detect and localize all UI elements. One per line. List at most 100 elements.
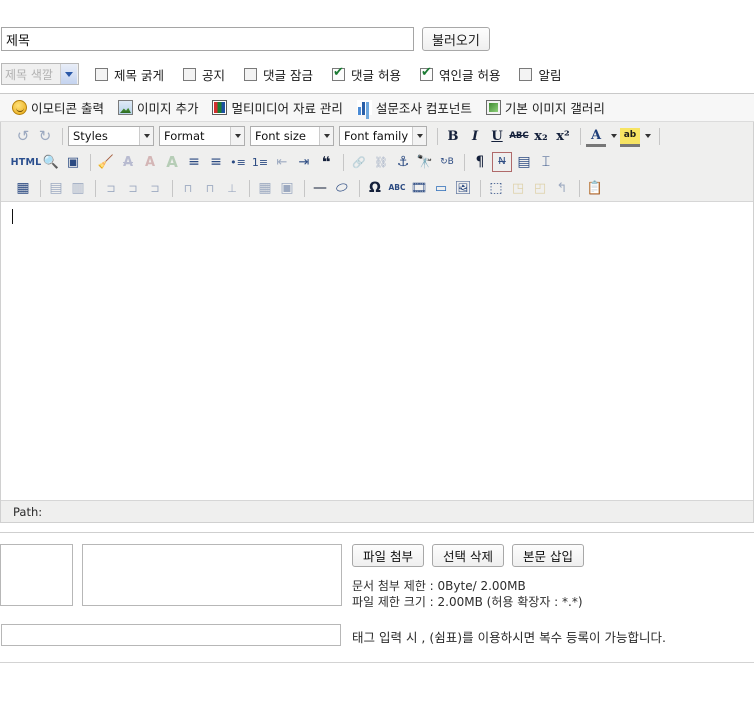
select-area-icon[interactable]: ⬚: [486, 178, 506, 198]
spellcheck-icon[interactable]: ABC: [387, 178, 407, 198]
subscript-icon[interactable]: x₂: [531, 126, 551, 146]
table-editor-icon[interactable]: ▦: [13, 178, 33, 198]
toolbar-separator: [249, 179, 250, 197]
format-select[interactable]: Format: [159, 126, 245, 146]
fullscreen-icon[interactable]: ▣: [63, 152, 83, 172]
checkbox-box-icon[interactable]: [244, 67, 257, 81]
font-family-select[interactable]: Font family: [339, 126, 427, 146]
strikethrough-glyph: ABC: [509, 130, 529, 141]
underline-icon[interactable]: U: [487, 126, 507, 146]
delete-selected-button[interactable]: 선택 삭제: [431, 544, 504, 567]
background-color-dropdown[interactable]: [642, 126, 652, 146]
paragraph-mark-icon[interactable]: ¶: [470, 152, 490, 172]
plugin-label: 이미지 추가: [136, 101, 199, 116]
background-color-icon[interactable]: ab: [620, 127, 640, 147]
blockquote-icon[interactable]: ❝: [316, 152, 336, 172]
checkbox-allow-trackback[interactable]: 엮인글 허용: [419, 65, 500, 84]
checkbox-notice[interactable]: 공지: [182, 65, 225, 84]
italic-glyph: I: [471, 128, 479, 144]
smiley-icon: [12, 100, 27, 115]
bullet-list-icon[interactable]: •≡: [228, 152, 248, 172]
checkbox-checked-icon[interactable]: [419, 66, 433, 81]
move-layer-icon[interactable]: ↰: [552, 178, 572, 198]
strikethrough-icon[interactable]: ABC: [509, 126, 529, 146]
link-icon[interactable]: 🔗: [349, 152, 369, 172]
text-direction-icon[interactable]: N: [492, 152, 512, 172]
checkbox-box-icon[interactable]: [519, 67, 533, 81]
text-color-icon[interactable]: A: [586, 128, 606, 147]
text-color-dropdown[interactable]: [608, 126, 618, 146]
checkbox-title-bold[interactable]: 제목 굵게: [95, 65, 164, 84]
toolbar-separator: [659, 127, 660, 145]
cell-properties-icon[interactable]: ▣: [277, 178, 297, 198]
outdent-glyph: ⇤: [276, 154, 288, 170]
insert-row-before-icon[interactable]: ⊐: [101, 178, 121, 198]
tag-input[interactable]: [1, 624, 341, 646]
remove-format-icon[interactable]: A: [118, 152, 138, 172]
insert-into-body-button[interactable]: 본문 삽입: [511, 544, 584, 567]
page-break-icon[interactable]: ⌶: [536, 152, 556, 172]
page-layout-icon[interactable]: ▤: [514, 152, 534, 172]
image-glyph: 🖼: [454, 180, 472, 196]
plugin-emoticon[interactable]: 이모티콘 출력: [12, 98, 104, 117]
attachment-list-box[interactable]: [82, 544, 342, 606]
checkbox-allow-comments[interactable]: 댓글 허용: [331, 65, 401, 84]
chevron-down-icon: [139, 127, 153, 145]
anchor-icon[interactable]: ⚓: [393, 152, 413, 172]
html-source-icon[interactable]: HTML: [11, 152, 42, 172]
unlink-icon[interactable]: ⛓: [371, 152, 391, 172]
media-film-icon[interactable]: 🎞: [409, 178, 429, 198]
decrease-font-icon[interactable]: A: [140, 152, 160, 172]
undo-icon[interactable]: ↺: [13, 126, 33, 146]
plugin-poll-component[interactable]: 설문조사 컴포넌트: [356, 98, 472, 117]
eraser-icon[interactable]: ⬭: [332, 178, 352, 198]
insert-column-after-icon[interactable]: ⊓: [200, 178, 220, 198]
table-properties-icon[interactable]: ▦: [255, 178, 275, 198]
checkbox-checked-icon[interactable]: [331, 66, 345, 81]
title-color-select[interactable]: 제목 색깔: [1, 63, 79, 85]
superscript-icon[interactable]: x²: [553, 126, 573, 146]
attachment-preview-box[interactable]: [0, 544, 73, 606]
redo-icon[interactable]: ↻: [35, 126, 55, 146]
special-character-icon[interactable]: Ω: [365, 178, 385, 198]
checkbox-box-icon[interactable]: [182, 67, 196, 81]
align-right-icon[interactable]: ≡: [206, 152, 226, 172]
checkbox-lock-comments[interactable]: 댓글 잠금: [244, 65, 313, 84]
plugin-add-image[interactable]: 이미지 추가: [117, 98, 199, 117]
numbered-list-icon[interactable]: 1≡: [250, 152, 270, 172]
bold-icon[interactable]: B: [443, 126, 463, 146]
increase-font-icon[interactable]: A: [162, 152, 182, 172]
plugin-image-gallery[interactable]: 기본 이미지 갤러리: [485, 98, 605, 117]
find-icon[interactable]: 🔭: [415, 152, 435, 172]
load-button[interactable]: 불러오기: [422, 27, 490, 51]
checkbox-notify[interactable]: 알림: [519, 65, 561, 84]
preview-icon[interactable]: 🔍: [41, 152, 61, 172]
table-split-cells-icon[interactable]: ▥: [68, 178, 88, 198]
italic-icon[interactable]: I: [465, 126, 485, 146]
editor-content-area[interactable]: [1, 201, 753, 501]
styles-select[interactable]: Styles: [68, 126, 154, 146]
replace-icon[interactable]: ↻B: [437, 152, 457, 172]
chevron-down-icon: [60, 64, 77, 84]
align-left-icon[interactable]: ≡: [184, 152, 204, 172]
insert-button-icon[interactable]: ▭: [431, 178, 451, 198]
indent-icon[interactable]: ⇥: [294, 152, 314, 172]
delete-row-icon[interactable]: ⊐: [145, 178, 165, 198]
delete-column-icon[interactable]: ⊥: [222, 178, 242, 198]
outdent-icon[interactable]: ⇤: [272, 152, 292, 172]
font-size-select[interactable]: Font size: [250, 126, 334, 146]
plugin-multimedia-manage[interactable]: 멀티미디어 자료 관리: [212, 98, 343, 117]
insert-column-before-icon[interactable]: ⊓: [178, 178, 198, 198]
title-input[interactable]: [1, 27, 414, 51]
cleanup-icon[interactable]: 🧹: [96, 152, 116, 172]
horizontal-rule-icon[interactable]: —: [310, 178, 330, 198]
insert-image-icon[interactable]: 🖼: [453, 178, 473, 198]
insert-row-after-icon[interactable]: ⊐: [123, 178, 143, 198]
layer-backward-icon[interactable]: ◰: [530, 178, 550, 198]
template-icon[interactable]: 📋: [585, 178, 605, 198]
table-merge-cells-icon[interactable]: ▤: [46, 178, 66, 198]
checkbox-box-icon[interactable]: [95, 67, 108, 81]
layer-forward-icon[interactable]: ◳: [508, 178, 528, 198]
attach-file-button[interactable]: 파일 첨부: [352, 544, 424, 567]
film-glyph: 🎞: [410, 180, 428, 196]
